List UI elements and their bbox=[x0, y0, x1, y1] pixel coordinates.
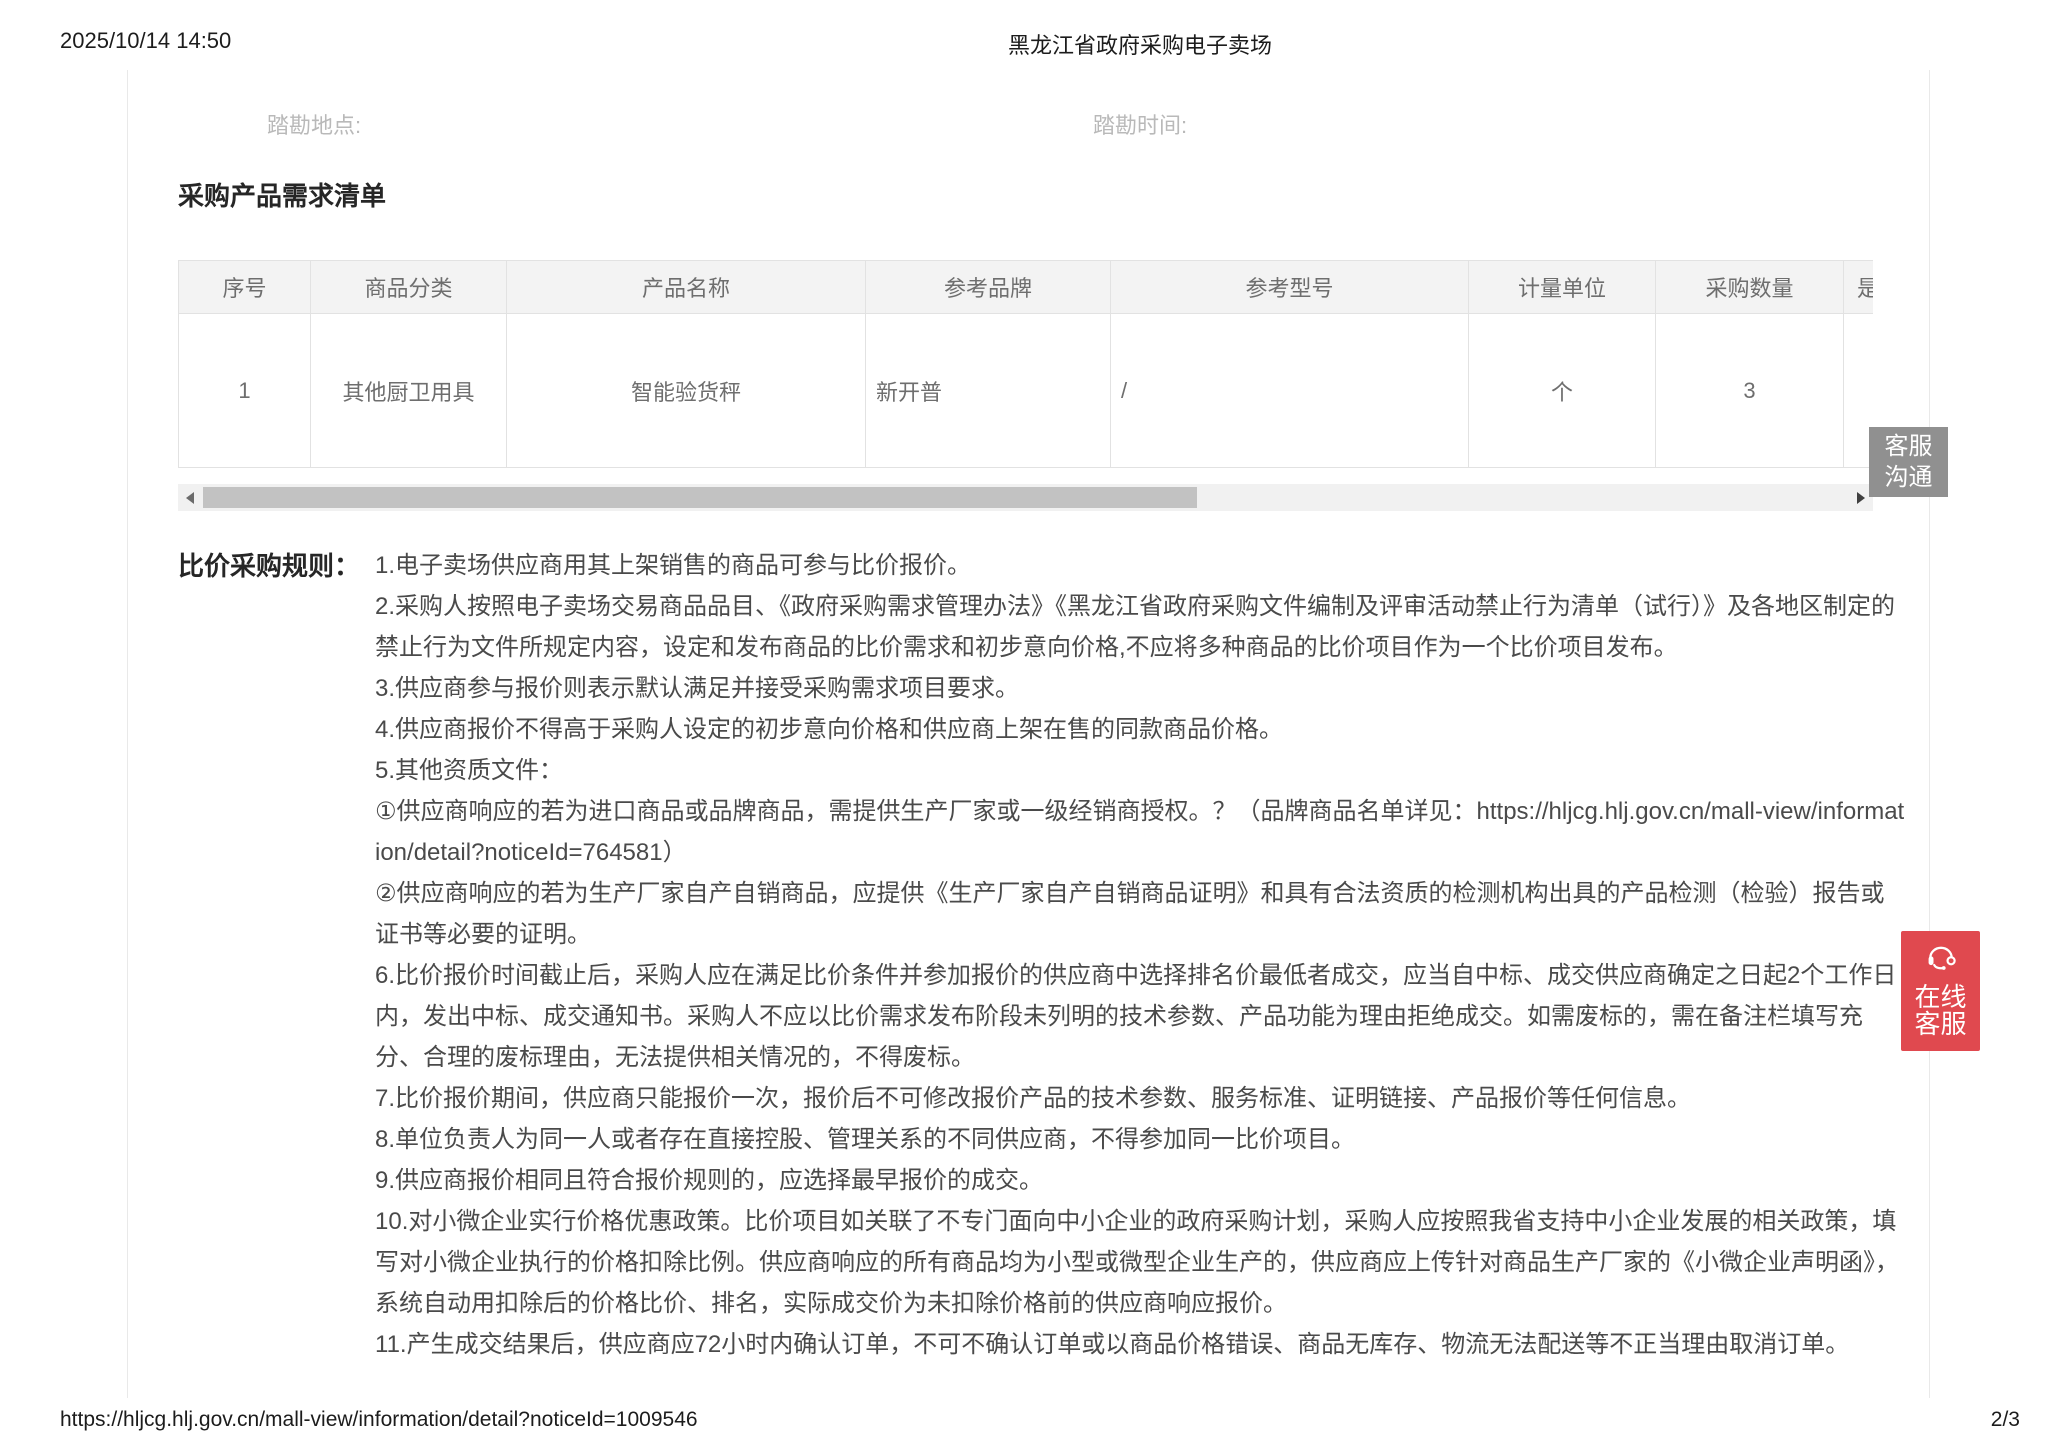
rule-item: 8.单位负责人为同一人或者存在直接控股、管理关系的不同供应商，不得参加同一比价项… bbox=[375, 1119, 1907, 1160]
rule-item: 11.产生成交结果后，供应商应72小时内确认订单，不可不确认订单或以商品价格错误… bbox=[375, 1324, 1907, 1365]
rules-list: 1.电子卖场供应商用其上架销售的商品可参与比价报价。 2.采购人按照电子卖场交易… bbox=[375, 545, 1907, 1365]
cell-product-name: 智能验货秤 bbox=[507, 314, 866, 468]
rule-item: 3.供应商参与报价则表示默认满足并接受采购需求项目要求。 bbox=[375, 668, 1907, 709]
chat-button-label-line2: 沟通 bbox=[1885, 462, 1933, 493]
column-header-product-name: 产品名称 bbox=[507, 261, 866, 314]
rule-item: 6.比价报价时间截止后，采购人应在满足比价条件并参加报价的供应商中选择排名价最低… bbox=[375, 955, 1907, 1078]
print-timestamp: 2025/10/14 14:50 bbox=[60, 28, 231, 54]
cell-quantity: 3 bbox=[1656, 314, 1844, 468]
rule-item: 2.采购人按照电子卖场交易商品品目、《政府采购需求管理办法》《黑龙江省政府采购文… bbox=[375, 586, 1907, 668]
page-indicator: 2/3 bbox=[1991, 1408, 2020, 1432]
table-row: 1 其他厨卫用具 智能验货秤 新开普 / 个 3 bbox=[179, 314, 1874, 468]
survey-time-label: 踏勘时间: bbox=[1093, 108, 1187, 140]
cell-unit: 个 bbox=[1469, 314, 1656, 468]
rule-item: ①供应商响应的若为进口商品或品牌商品，需提供生产厂家或一级经销商授权。？（品牌商… bbox=[375, 791, 1907, 873]
chat-button-label-line1: 客服 bbox=[1885, 431, 1933, 462]
column-header-model: 参考型号 bbox=[1111, 261, 1469, 314]
rule-item: 10.对小微企业实行价格优惠政策。比价项目如关联了不专门面向中小企业的政府采购计… bbox=[375, 1201, 1907, 1324]
cell-brand: 新开普 bbox=[866, 314, 1111, 468]
rule-item: 7.比价报价期间，供应商只能报价一次，报价后不可修改报价产品的技术参数、服务标准… bbox=[375, 1078, 1907, 1119]
customer-service-chat-button[interactable]: 客服 沟通 bbox=[1869, 427, 1948, 497]
rule-item: 1.电子卖场供应商用其上架销售的商品可参与比价报价。 bbox=[375, 545, 1907, 586]
column-header-index: 序号 bbox=[179, 261, 311, 314]
online-service-label-line2: 客服 bbox=[1914, 1011, 1966, 1038]
scrollbar-left-arrow-icon[interactable] bbox=[186, 492, 194, 504]
page-title: 采购产品需求清单 bbox=[178, 176, 386, 213]
product-requirements-table: 序号 商品分类 产品名称 参考品牌 参考型号 计量单位 采购数量 是 1 其他厨… bbox=[178, 260, 1873, 468]
online-service-label-line1: 在线 bbox=[1914, 984, 1966, 1011]
column-header-quantity: 采购数量 bbox=[1656, 261, 1844, 314]
scrollbar-right-arrow-icon[interactable] bbox=[1857, 492, 1865, 504]
column-header-category: 商品分类 bbox=[311, 261, 507, 314]
column-header-clipped: 是 bbox=[1844, 261, 1874, 314]
column-header-brand: 参考品牌 bbox=[866, 261, 1111, 314]
cell-index: 1 bbox=[179, 314, 311, 468]
rule-item: ②供应商响应的若为生产厂家自产自销商品，应提供《生产厂家自产自销商品证明》和具有… bbox=[375, 873, 1907, 955]
column-header-unit: 计量单位 bbox=[1469, 261, 1656, 314]
print-preview-page: 2025/10/14 14:50 黑龙江省政府采购电子卖场 踏勘地点: 踏勘时间… bbox=[0, 0, 2048, 1447]
cell-model: / bbox=[1111, 314, 1469, 468]
rules-label: 比价采购规则： bbox=[178, 546, 360, 583]
survey-location-label: 踏勘地点: bbox=[267, 108, 361, 140]
online-service-button[interactable]: 在线 客服 bbox=[1901, 931, 1980, 1051]
cell-category: 其他厨卫用具 bbox=[311, 314, 507, 468]
site-title: 黑龙江省政府采购电子卖场 bbox=[1008, 28, 1272, 60]
horizontal-scrollbar[interactable] bbox=[178, 484, 1873, 511]
headset-icon bbox=[1924, 941, 1958, 976]
rule-item: 9.供应商报价相同且符合报价规则的，应选择最早报价的成交。 bbox=[375, 1160, 1907, 1201]
table-header-row: 序号 商品分类 产品名称 参考品牌 参考型号 计量单位 采购数量 是 bbox=[179, 261, 1874, 314]
rule-item: 5.其他资质文件： bbox=[375, 750, 1907, 791]
footer-url: https://hljcg.hlj.gov.cn/mall-view/infor… bbox=[60, 1408, 698, 1432]
rule-item: 4.供应商报价不得高于采购人设定的初步意向价格和供应商上架在售的同款商品价格。 bbox=[375, 709, 1907, 750]
scrollbar-thumb[interactable] bbox=[203, 487, 1197, 508]
